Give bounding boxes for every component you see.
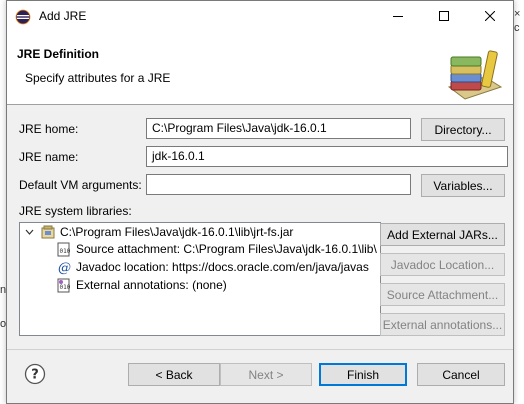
- minimize-icon: [393, 16, 403, 17]
- jar-icon: [41, 225, 55, 239]
- directory-button[interactable]: Directory...: [421, 118, 505, 141]
- source-attachment-icon: 010: [57, 242, 71, 257]
- tree-item-label: C:\Program Files\Java\jdk-16.0.1\lib\jrt…: [60, 225, 294, 239]
- next-button[interactable]: Next >: [220, 363, 312, 386]
- source-attachment-button[interactable]: Source Attachment...: [380, 283, 505, 306]
- eclipse-icon: [15, 9, 31, 25]
- javadoc-location-button[interactable]: Javadoc Location...: [380, 253, 505, 276]
- svg-text:010: 010: [60, 284, 71, 291]
- background-fragment: c: [514, 22, 520, 34]
- library-books-icon: [447, 50, 503, 100]
- vm-arguments-label: Default VM arguments:: [19, 178, 142, 192]
- tree-item-external-annotations[interactable]: 010 External annotations: (none): [56, 276, 227, 294]
- footer-separator: [7, 349, 513, 350]
- jre-name-field[interactable]: jdk-16.0.1: [146, 146, 508, 167]
- maximize-icon: [439, 11, 449, 21]
- jre-home-field[interactable]: C:\Program Files\Java\jdk-16.0.1: [146, 118, 411, 139]
- chevron-down-icon[interactable]: [25, 228, 34, 236]
- tree-item-jrt-fs-jar[interactable]: C:\Program Files\Java\jdk-16.0.1\lib\jrt…: [40, 223, 293, 241]
- svg-text:@: @: [58, 261, 71, 275]
- add-jre-dialog: Add JRE JRE Definition Specify attribute…: [6, 0, 514, 404]
- wizard-header: JRE Definition Specify attributes for a …: [7, 31, 513, 105]
- jre-name-label: JRE name:: [19, 150, 79, 164]
- maximize-button[interactable]: [421, 1, 467, 31]
- tree-item-label: Javadoc location: https://docs.oracle.co…: [76, 260, 369, 274]
- help-icon[interactable]: ?: [24, 363, 46, 385]
- background-fragment: ×: [514, 8, 521, 20]
- libraries-tree[interactable]: C:\Program Files\Java\jdk-16.0.1\lib\jrt…: [19, 222, 381, 336]
- window-title: Add JRE: [39, 9, 87, 23]
- svg-text:010: 010: [60, 248, 71, 255]
- close-icon: [485, 11, 495, 21]
- title-bar: Add JRE: [7, 1, 513, 31]
- page-title: JRE Definition: [17, 47, 100, 61]
- minimize-button[interactable]: [375, 1, 421, 31]
- svg-text:?: ?: [31, 368, 39, 383]
- jre-home-label: JRE home:: [19, 122, 79, 136]
- page-description: Specify attributes for a JRE: [25, 71, 171, 85]
- at-sign-icon: @: [58, 261, 71, 275]
- tree-item-javadoc-location[interactable]: @ Javadoc location: https://docs.oracle.…: [56, 258, 369, 276]
- add-external-jars-button[interactable]: Add External JARs...: [380, 223, 505, 246]
- annotations-icon: 010: [57, 278, 71, 293]
- close-button[interactable]: [467, 1, 513, 31]
- tree-item-source-attachment[interactable]: 010 Source attachment: C:\Program Files\…: [56, 240, 377, 258]
- finish-button[interactable]: Finish: [319, 363, 407, 386]
- tree-item-label: External annotations: (none): [76, 278, 227, 292]
- external-annotations-button[interactable]: External annotations...: [380, 313, 505, 336]
- back-button[interactable]: < Back: [128, 363, 220, 386]
- variables-button[interactable]: Variables...: [421, 174, 505, 197]
- libraries-label: JRE system libraries:: [19, 204, 132, 218]
- vm-arguments-field[interactable]: [146, 174, 411, 195]
- cancel-button[interactable]: Cancel: [417, 363, 505, 386]
- tree-item-label: Source attachment: C:\Program Files\Java…: [76, 242, 377, 256]
